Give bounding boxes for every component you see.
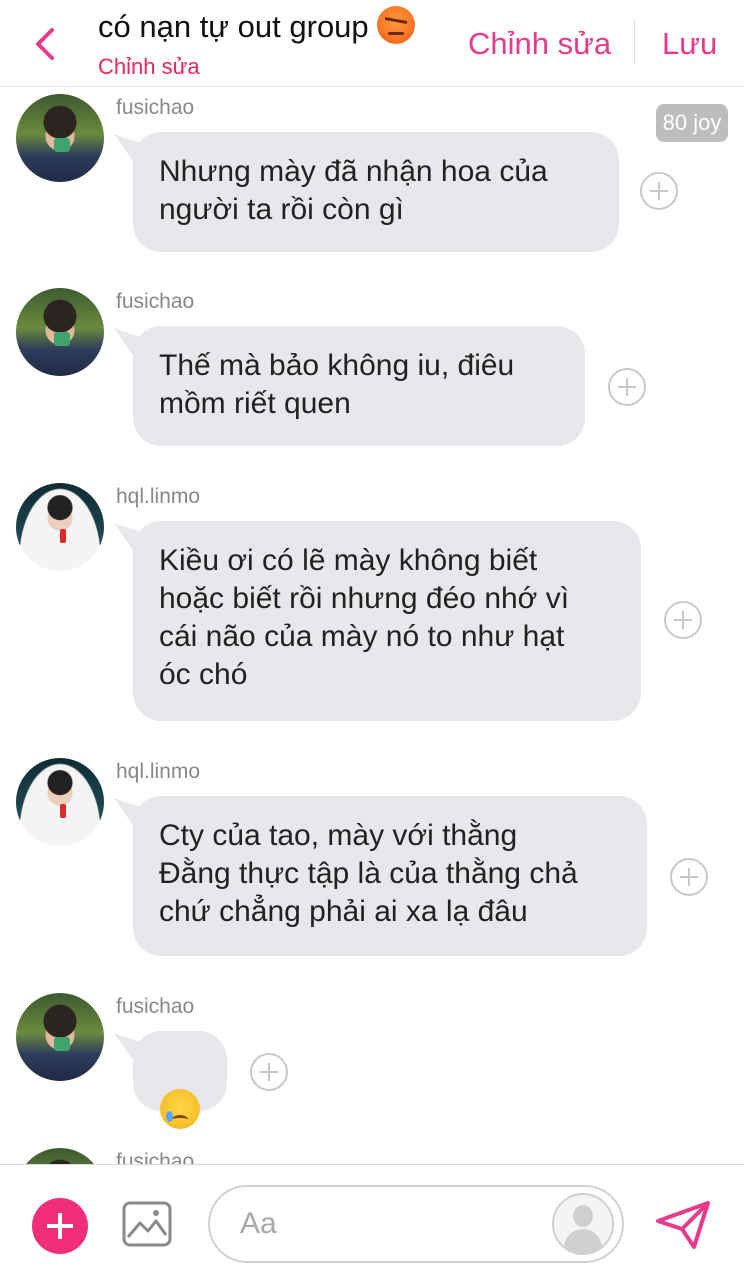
message-bubble[interactable]: Cty của tao, mày với thằng Đằng thực tập… — [133, 796, 647, 956]
message-item: hql.linmo Cty của tao, mày với thằng Đằn… — [0, 756, 744, 966]
header-divider — [634, 20, 635, 64]
plus-icon[interactable] — [32, 1198, 88, 1254]
edit-button[interactable]: Chỉnh sửa — [468, 26, 611, 62]
message-username[interactable]: fusichao — [116, 1150, 194, 1164]
message-item: fusichao Thế mà bảo không iu, điêu mồm r… — [0, 286, 744, 456]
save-button[interactable]: Lưu — [662, 26, 717, 62]
chat-header: có nạn tự out group Chỉnh sửa Chỉnh sửa … — [0, 0, 744, 87]
chat-title: có nạn tự out group — [98, 6, 415, 45]
joy-badge: 80 joy — [656, 104, 728, 142]
message-bubble[interactable] — [133, 1031, 227, 1129]
chat-title-text: có nạn tự out group — [98, 9, 369, 44]
avatar[interactable] — [16, 94, 104, 182]
message-username[interactable]: fusichao — [116, 290, 194, 314]
message-username[interactable]: hql.linmo — [116, 760, 200, 784]
avatar[interactable] — [16, 1148, 104, 1164]
add-reaction-icon[interactable] — [608, 368, 646, 406]
message-username[interactable]: fusichao — [116, 995, 194, 1019]
message-item-partial: fusichao — [0, 1148, 744, 1164]
message-username[interactable]: hql.linmo — [116, 485, 200, 509]
add-reaction-icon[interactable] — [640, 172, 678, 210]
avatar[interactable] — [16, 993, 104, 1081]
user-avatar-icon[interactable] — [552, 1193, 614, 1255]
message-item: fusichao — [0, 991, 744, 1129]
angry-face-icon — [376, 6, 415, 44]
avatar[interactable] — [16, 758, 104, 846]
send-icon[interactable] — [654, 1199, 712, 1251]
subtitle-edit-link[interactable]: Chỉnh sửa — [98, 54, 200, 80]
back-arrow-icon[interactable] — [26, 22, 66, 66]
message-input-placeholder: Aa — [240, 1207, 277, 1240]
add-reaction-icon[interactable] — [250, 1053, 288, 1091]
message-bubble[interactable]: Nhưng mày đã nhận hoa của người ta rồi c… — [133, 132, 619, 252]
composer-bar: Aa — [0, 1164, 744, 1282]
avatar[interactable] — [16, 483, 104, 571]
image-icon[interactable] — [122, 1201, 172, 1247]
message-bubble[interactable]: Kiều ơi có lẽ mày không biết hoặc biết r… — [133, 521, 641, 721]
message-username[interactable]: fusichao — [116, 96, 194, 120]
add-reaction-icon[interactable] — [670, 858, 708, 896]
message-input[interactable]: Aa — [208, 1185, 624, 1263]
add-reaction-icon[interactable] — [664, 601, 702, 639]
avatar[interactable] — [16, 288, 104, 376]
message-bubble[interactable]: Thế mà bảo không iu, điêu mồm riết quen — [133, 326, 585, 446]
message-item: hql.linmo Kiều ơi có lẽ mày không biết h… — [0, 481, 744, 731]
message-item: fusichao Nhưng mày đã nhận hoa của người… — [0, 92, 744, 262]
crying-face-icon — [160, 1089, 200, 1129]
